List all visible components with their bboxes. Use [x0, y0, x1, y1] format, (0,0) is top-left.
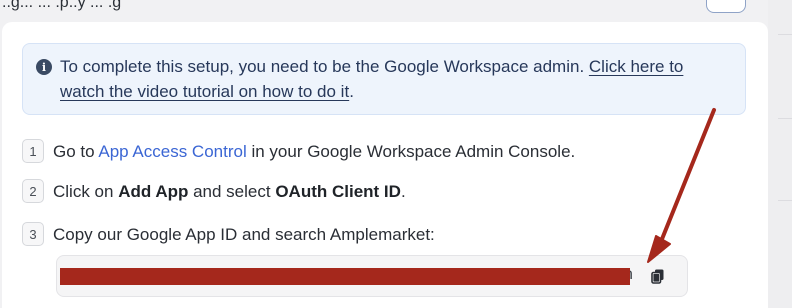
step-1-post: in your Google Workspace Admin Console. — [246, 142, 576, 161]
step-number-2: 2 — [22, 179, 44, 203]
alert-suffix: . — [349, 82, 354, 101]
alert-text: To complete this setup, you need to be t… — [60, 57, 589, 76]
alert-message: To complete this setup, you need to be t… — [60, 54, 730, 104]
step-3-text: Copy our Google App ID and search Amplem… — [53, 225, 435, 244]
app-access-control-link[interactable]: App Access Control — [98, 142, 246, 161]
step-2-post: . — [400, 182, 406, 201]
divider — [778, 34, 792, 35]
copy-icon[interactable] — [650, 268, 666, 284]
header-bar: ..g... ... .p..y ... .g — [0, 0, 792, 22]
step-2-oauth-client-id: OAuth Client ID — [275, 182, 401, 201]
step-2-mid: and select — [188, 182, 276, 201]
step-2-text: Click on Add App and select OAuth Client… — [53, 182, 406, 202]
header-title: ..g... ... .p..y ... .g — [2, 0, 122, 11]
scroll-region — [768, 0, 792, 308]
step-2-add-app: Add App — [118, 182, 189, 201]
header-button[interactable] — [706, 0, 746, 13]
divider — [778, 200, 792, 201]
redaction-bar — [60, 268, 630, 285]
divider — [778, 118, 792, 119]
step-number-1: 1 — [22, 139, 44, 163]
step-2-pre: Click on — [53, 182, 119, 201]
step-1-pre: Go to — [53, 142, 99, 161]
step-1-text: Go to App Access Control in your Google … — [53, 142, 575, 162]
info-icon: i — [36, 59, 52, 75]
step-number-3: 3 — [22, 222, 44, 246]
